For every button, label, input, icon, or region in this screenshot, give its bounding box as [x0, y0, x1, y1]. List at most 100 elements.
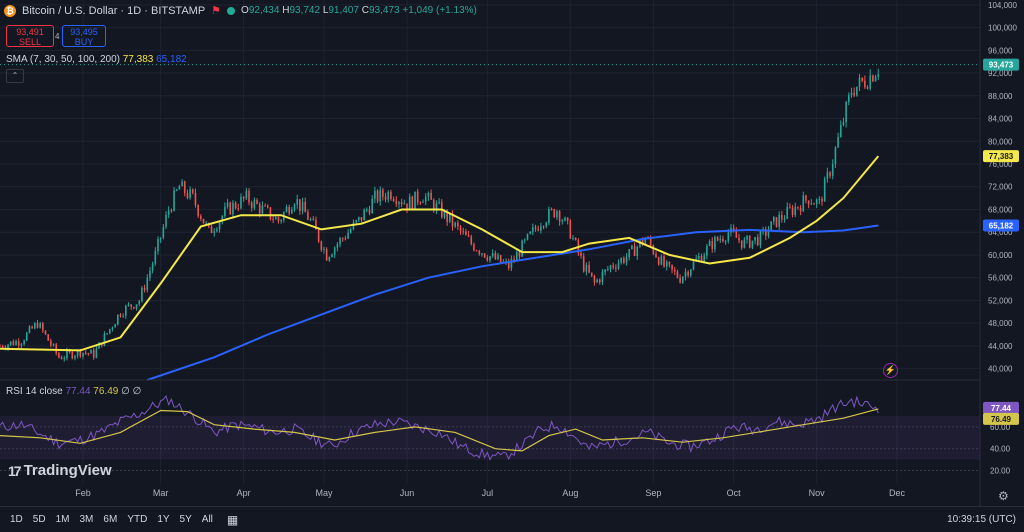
- candle-body: [288, 206, 290, 214]
- price-tick-label: 52,000: [988, 296, 1013, 305]
- candle-body: [293, 204, 296, 210]
- candle-body: [457, 222, 459, 227]
- range-ytd[interactable]: YTD: [127, 514, 147, 525]
- candle-body: [823, 178, 826, 202]
- candle-body: [23, 340, 25, 345]
- candle-body: [864, 80, 866, 88]
- candle-body: [681, 276, 684, 283]
- rsi-legend[interactable]: RSI 14 close 77.44 76.49 ∅ ∅: [6, 386, 141, 397]
- candle-body: [250, 202, 253, 208]
- candle-body: [601, 272, 604, 283]
- candle-body: [36, 323, 39, 328]
- candle-body: [754, 236, 756, 241]
- candle-body: [805, 195, 807, 201]
- candle-body: [165, 214, 167, 227]
- gear-icon[interactable]: ⚙: [998, 489, 1009, 503]
- candle-body: [877, 73, 880, 77]
- candle-body: [301, 201, 304, 211]
- candle-body: [323, 248, 325, 250]
- candle-body: [111, 327, 114, 329]
- candle-body: [1, 345, 4, 348]
- candle-body: [791, 207, 794, 215]
- price-tick-label: 80,000: [988, 137, 1013, 146]
- candle-body: [574, 237, 577, 240]
- candle-body: [593, 275, 596, 283]
- range-5d[interactable]: 5D: [33, 514, 46, 525]
- candle-body: [422, 201, 424, 203]
- candle-body: [261, 205, 264, 214]
- range-5y[interactable]: 5Y: [180, 514, 192, 525]
- calendar-icon[interactable]: ▦: [227, 513, 238, 527]
- flash-icon[interactable]: ⚡: [883, 363, 898, 378]
- candle-body: [258, 203, 261, 214]
- candle-body: [789, 206, 791, 208]
- candle-body: [253, 199, 256, 208]
- range-1d[interactable]: 1D: [10, 514, 23, 525]
- rsi-tick-label: 40.00: [990, 445, 1011, 454]
- sell-button[interactable]: 93,491 SELL: [6, 25, 54, 47]
- candle-body: [400, 202, 403, 205]
- candle-body: [751, 240, 754, 248]
- price-tick-label: 88,000: [988, 92, 1013, 101]
- candle-body: [856, 86, 858, 96]
- candle-body: [566, 217, 569, 221]
- candle-body: [799, 207, 802, 212]
- candle-body: [671, 264, 673, 270]
- candle-body: [521, 240, 523, 257]
- sma-legend[interactable]: SMA (7, 30, 50, 100, 200) 77,383 65,182: [6, 54, 187, 65]
- candle-body: [427, 192, 430, 197]
- candle-body: [269, 207, 272, 220]
- candle-body: [229, 202, 232, 215]
- candle-body: [333, 247, 336, 255]
- candle-body: [240, 196, 242, 209]
- range-1y[interactable]: 1Y: [157, 514, 169, 525]
- candle-body: [558, 211, 561, 222]
- range-6m[interactable]: 6M: [103, 514, 117, 525]
- candle-body: [379, 189, 382, 202]
- chart-header: ₿ Bitcoin / U.S. Dollar · 1D · BITSTAMP …: [4, 4, 477, 17]
- flag-icon[interactable]: ⚑: [211, 4, 221, 17]
- sma-fast-label: 77,383: [989, 152, 1014, 161]
- time-tick-label: Oct: [727, 488, 742, 498]
- symbol-title[interactable]: Bitcoin / U.S. Dollar · 1D · BITSTAMP: [22, 5, 205, 17]
- range-all[interactable]: All: [202, 514, 213, 525]
- candle-body: [213, 231, 216, 234]
- candle-body: [534, 227, 537, 229]
- candle-body: [87, 353, 90, 355]
- clock[interactable]: 10:39:15 (UTC): [947, 514, 1016, 525]
- buy-button[interactable]: 93,495 BUY: [62, 25, 106, 47]
- candle-body: [135, 304, 138, 309]
- candle-body: [486, 257, 489, 261]
- candle-body: [200, 215, 202, 219]
- rsi-ma-label: 76.49: [991, 415, 1012, 424]
- candle-body: [411, 196, 414, 209]
- candle-body: [226, 202, 229, 207]
- candle-body: [467, 235, 470, 237]
- candle-body: [513, 259, 515, 261]
- candle-body: [866, 87, 869, 89]
- candle-body: [722, 238, 724, 242]
- candle-body: [869, 75, 872, 89]
- rsi-band: [0, 416, 980, 460]
- candle-body: [834, 147, 837, 164]
- range-1m[interactable]: 1M: [56, 514, 70, 525]
- candle-body: [114, 324, 116, 328]
- candle-body: [218, 221, 221, 230]
- candle-body: [470, 236, 473, 245]
- candle-body: [17, 341, 20, 346]
- candle-body: [376, 190, 379, 202]
- candle-body: [794, 206, 797, 215]
- candle-body: [248, 190, 250, 203]
- collapse-legend-button[interactable]: ⌃: [6, 69, 24, 83]
- candle-body: [371, 198, 373, 214]
- candles: [0, 68, 880, 362]
- candle-body: [673, 269, 676, 272]
- tradingview-logo: 17 TradingView: [8, 462, 112, 479]
- range-3m[interactable]: 3M: [80, 514, 94, 525]
- price-chart[interactable]: 40,00044,00048,00052,00056,00060,00064,0…: [0, 0, 1024, 506]
- candle-body: [108, 328, 111, 334]
- candle-body: [167, 210, 170, 215]
- candle-body: [237, 208, 240, 210]
- candle-body: [181, 181, 183, 187]
- bitcoin-icon: ₿: [4, 4, 16, 17]
